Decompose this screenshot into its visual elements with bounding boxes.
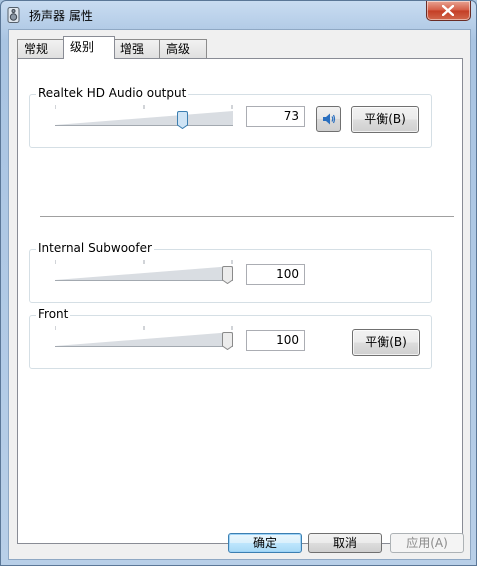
slider-thumb[interactable]: [177, 111, 188, 129]
tab-label: 常规: [24, 42, 49, 56]
dialog-window: 扬声器 属性 常规 级别 增强 高级 Realtek HD Audio outp…: [0, 0, 477, 566]
channel-name: Front: [36, 307, 71, 321]
balance-button-front[interactable]: 平衡(B): [352, 329, 420, 356]
volume-slider-front[interactable]: [55, 326, 233, 350]
tab-advanced[interactable]: 高级: [159, 39, 207, 58]
slider-track: [55, 105, 233, 126]
ok-button[interactable]: 确定: [228, 533, 302, 553]
tab-levels[interactable]: 级别: [63, 36, 115, 59]
tab-label: 增强: [120, 42, 145, 56]
tab-general[interactable]: 常规: [17, 39, 65, 58]
speaker-icon: [7, 7, 20, 23]
speaker-volume-icon: [323, 113, 336, 125]
volume-slider-realtek[interactable]: [55, 105, 233, 129]
apply-button[interactable]: 应用(A): [390, 533, 464, 553]
tab-enhancements[interactable]: 增强: [113, 39, 161, 58]
dialog-client-area: 常规 级别 增强 高级 Realtek HD Audio output 73 平…: [8, 29, 471, 560]
slider-track: [55, 260, 233, 281]
title-bar[interactable]: 扬声器 属性: [1, 1, 476, 29]
slider-thumb[interactable]: [222, 266, 233, 284]
volume-value-subwoofer[interactable]: 100: [246, 264, 305, 285]
channel-name: Internal Subwoofer: [36, 241, 154, 255]
separator: [40, 216, 454, 218]
volume-value-realtek[interactable]: 73: [246, 106, 305, 127]
slider-thumb[interactable]: [222, 332, 233, 350]
slider-track: [55, 326, 233, 347]
close-icon: [442, 5, 454, 16]
volume-slider-subwoofer[interactable]: [55, 260, 233, 284]
tab-label: 高级: [166, 42, 191, 56]
volume-value-front[interactable]: 100: [246, 330, 305, 351]
channel-name: Realtek HD Audio output: [36, 86, 189, 100]
tab-label: 级别: [70, 40, 95, 54]
window-title: 扬声器 属性: [29, 9, 93, 23]
cancel-button[interactable]: 取消: [308, 533, 382, 553]
levels-panel: Realtek HD Audio output 73 平衡(B) Interna…: [17, 58, 463, 544]
balance-button-realtek[interactable]: 平衡(B): [351, 106, 419, 133]
close-button[interactable]: [426, 1, 471, 21]
mute-button[interactable]: [316, 106, 341, 132]
